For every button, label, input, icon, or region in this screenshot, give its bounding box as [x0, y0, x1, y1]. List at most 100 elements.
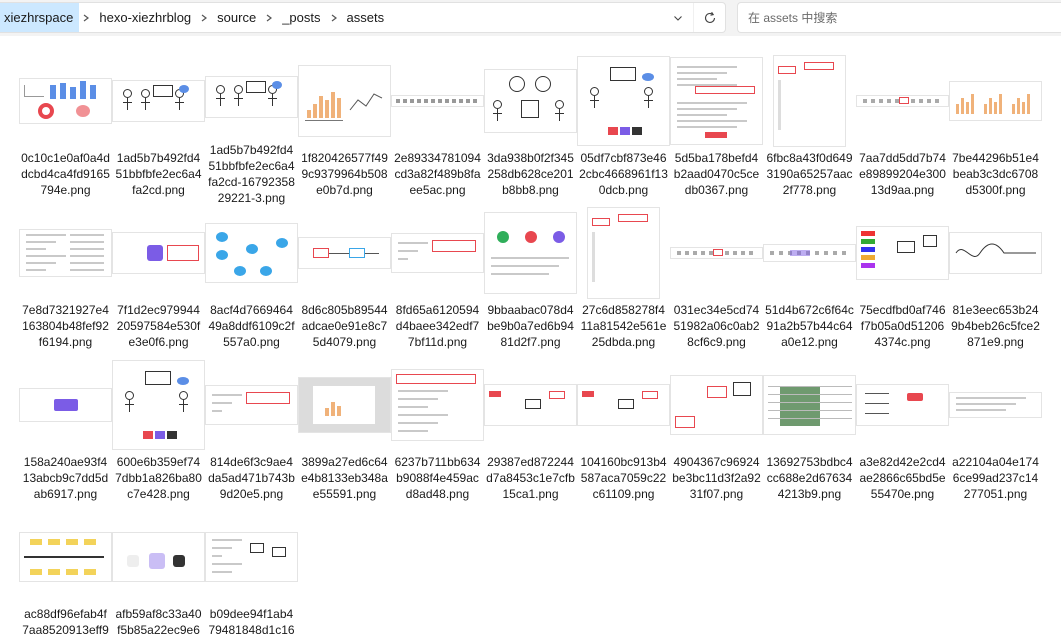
file-name: 81e3eec653b249b4beb26c5fce2871e9.png — [951, 303, 1040, 349]
file-item[interactable]: 2e89334781094cd3a82f489b8faee5ac.png — [391, 54, 484, 206]
thumbnail-frame — [484, 358, 577, 452]
file-list-view[interactable]: 0c10c1e0af0a4ddcbd4ca4fd9165794e.png 1ad5… — [0, 36, 1061, 638]
search-box[interactable] — [737, 2, 1061, 33]
file-item[interactable]: 0c10c1e0af0a4ddcbd4ca4fd9165794e.png — [19, 54, 112, 206]
file-name: 7e8d7321927e4163804b48fef92f6194.png — [22, 303, 109, 349]
address-bar[interactable]: xiezhrspace hexo-xiezhrblog source _post… — [0, 2, 726, 33]
file-item[interactable]: 814de6f3c9ae4da5ad471b743b9d20e5.png — [205, 358, 298, 510]
file-item[interactable]: 13692753bdbc4cc688e2d676344213b9.png — [763, 358, 856, 510]
thumbnail-frame — [391, 54, 484, 148]
file-item[interactable]: 27c6d858278f411a81542e561e25dbda.png — [577, 206, 670, 358]
file-item[interactable]: 75ecdfbd0af746f7b05a0d512064374c.png — [856, 206, 949, 358]
file-name: 5d5ba178befd4b2aad0470c5cedb0367.png — [673, 151, 760, 197]
file-item[interactable]: 51d4b672c6f64c91a2b57b44c64a0e12.png — [763, 206, 856, 358]
file-item[interactable]: 8acf4d766946449a8ddf6109c2f557a0.png — [205, 206, 298, 358]
thumbnail-frame — [112, 510, 205, 604]
file-name: 6fbc8a43f0d6493190a65257aac2f778.png — [766, 151, 853, 197]
file-item[interactable]: 3899a27ed6c64e4b8133eb348ae55591.png — [298, 358, 391, 510]
thumbnail-frame — [763, 54, 856, 148]
image-thumbnail — [206, 386, 297, 424]
file-item[interactable]: 7f1d2ec97994420597584e530fe3e0f6.png — [112, 206, 205, 358]
image-thumbnail — [392, 370, 483, 440]
file-name: 3da938b0f2f345258db628ce201b8bb8.png — [487, 151, 574, 197]
image-thumbnail — [299, 238, 390, 268]
file-item[interactable]: a22104a04e1746ce99ad237c14277051.png — [949, 358, 1042, 510]
file-name: 1f820426577f499c9379964b508e0b7d.png — [301, 151, 388, 197]
file-item[interactable]: b09dee94f1ab479481848d1c1625d067.png — [205, 510, 298, 638]
thumbnail-frame — [856, 54, 949, 148]
image-thumbnail — [671, 376, 762, 434]
file-item[interactable]: 9bbaabac078d4be9b0a7ed6b9481d2f7.png — [484, 206, 577, 358]
thumbnail-frame — [484, 54, 577, 148]
search-input[interactable] — [748, 10, 1061, 25]
file-name: 8d6c805b89544adcae0e91e8c75d4079.png — [301, 303, 388, 349]
image-thumbnail — [671, 58, 762, 144]
image-thumbnail — [578, 385, 669, 425]
file-name: 9bbaabac078d4be9b0a7ed6b9481d2f7.png — [487, 303, 574, 349]
file-name: 05df7cbf873e462cbc4668961f130dcb.png — [579, 151, 668, 197]
file-item[interactable]: 05df7cbf873e462cbc4668961f130dcb.png — [577, 54, 670, 206]
image-thumbnail — [671, 248, 762, 258]
breadcrumb-assets[interactable]: assets — [341, 10, 391, 25]
file-item[interactable]: 7be44296b51e4beab3c3dc6708d5300f.png — [949, 54, 1042, 206]
image-thumbnail — [20, 389, 111, 421]
file-item[interactable]: 6237b711bb634b9088f4e459acd8ad48.png — [391, 358, 484, 510]
file-item[interactable]: 5d5ba178befd4b2aad0470c5cedb0367.png — [670, 54, 763, 206]
file-item[interactable]: afb59af8c33a40f5b85a22ec9e68d3cb.png — [112, 510, 205, 638]
chevron-right-icon[interactable] — [262, 11, 276, 25]
file-item[interactable]: 1ad5b7b492fd451bbfbfe2ec6a4fa2cd-1679235… — [205, 54, 298, 206]
file-item[interactable]: 3da938b0f2f345258db628ce201b8bb8.png — [484, 54, 577, 206]
thumbnail-frame — [112, 358, 205, 452]
thumbnail-frame — [949, 358, 1042, 452]
file-item[interactable]: 6fbc8a43f0d6493190a65257aac2f778.png — [763, 54, 856, 206]
file-name: 8fd65a6120594d4baee342edf77bf11d.png — [395, 303, 480, 349]
image-thumbnail — [485, 213, 576, 293]
file-item[interactable]: ac88df96efab4f7aa8520913eff9e051.png — [19, 510, 112, 638]
breadcrumb-hexo-xiezhrblog[interactable]: hexo-xiezhrblog — [93, 10, 197, 25]
image-thumbnail — [299, 66, 390, 136]
thumbnail-frame — [856, 206, 949, 300]
file-name: a3e82d42e2cd4ae2866c65bd5e55470e.png — [859, 455, 946, 501]
chevron-right-icon[interactable] — [327, 11, 341, 25]
thumbnail-frame — [856, 358, 949, 452]
file-item[interactable]: 29387ed872244d7a8453c1e7cfb15ca1.png — [484, 358, 577, 510]
breadcrumb-posts[interactable]: _posts — [276, 10, 326, 25]
file-name: 2e89334781094cd3a82f489b8faee5ac.png — [394, 151, 481, 197]
file-item[interactable]: 7aa7dd5dd7b74e89899204e30013d9aa.png — [856, 54, 949, 206]
file-name: 6237b711bb634b9088f4e459acd8ad48.png — [394, 455, 481, 501]
thumbnail-frame — [19, 54, 112, 148]
thumbnail-frame — [763, 358, 856, 452]
image-thumbnail — [20, 230, 111, 276]
top-bar: xiezhrspace hexo-xiezhrblog source _post… — [0, 0, 1061, 36]
file-item[interactable]: 104160bc913b4587aca7059c22c61109.png — [577, 358, 670, 510]
chevron-right-icon[interactable] — [79, 11, 93, 25]
chevron-down-icon[interactable] — [663, 3, 693, 32]
file-name: ac88df96efab4f7aa8520913eff9e051.png — [22, 607, 109, 637]
file-item[interactable]: 81e3eec653b249b4beb26c5fce2871e9.png — [949, 206, 1042, 358]
file-item[interactable]: 1ad5b7b492fd451bbfbfe2ec6a4fa2cd.png — [112, 54, 205, 206]
breadcrumb-source[interactable]: source — [211, 10, 262, 25]
image-thumbnail — [113, 81, 204, 121]
file-name: 7f1d2ec97994420597584e530fe3e0f6.png — [116, 303, 201, 349]
file-item[interactable]: 158a240ae93f413abcb9c7dd5dab6917.png — [19, 358, 112, 510]
file-item[interactable]: 8fd65a6120594d4baee342edf77bf11d.png — [391, 206, 484, 358]
file-name: afb59af8c33a40f5b85a22ec9e68d3cb.png — [115, 607, 202, 637]
file-item[interactable]: 8d6c805b89544adcae0e91e8c75d4079.png — [298, 206, 391, 358]
file-item[interactable]: 031ec34e5cd7451982a06c0ab28cf6c9.png — [670, 206, 763, 358]
file-item[interactable]: a3e82d42e2cd4ae2866c65bd5e55470e.png — [856, 358, 949, 510]
chevron-right-icon[interactable] — [197, 11, 211, 25]
file-item[interactable]: 600e6b359ef747dbb1a826ba80c7e428.png — [112, 358, 205, 510]
thumbnail-frame — [205, 206, 298, 300]
image-thumbnail — [950, 393, 1041, 417]
image-thumbnail — [206, 77, 297, 117]
file-item[interactable]: 1f820426577f499c9379964b508e0b7d.png — [298, 54, 391, 206]
file-item[interactable]: 4904367c96924be3bc11d3f2a9231f07.png — [670, 358, 763, 510]
refresh-icon[interactable] — [693, 3, 725, 32]
image-thumbnail — [857, 227, 948, 279]
breadcrumb-xiezhrspace[interactable]: xiezhrspace — [0, 3, 80, 32]
image-thumbnail — [485, 70, 576, 132]
image-thumbnail — [113, 361, 204, 449]
thumbnail-frame — [949, 54, 1042, 148]
file-item[interactable]: 7e8d7321927e4163804b48fef92f6194.png — [19, 206, 112, 358]
image-thumbnail — [206, 533, 297, 581]
